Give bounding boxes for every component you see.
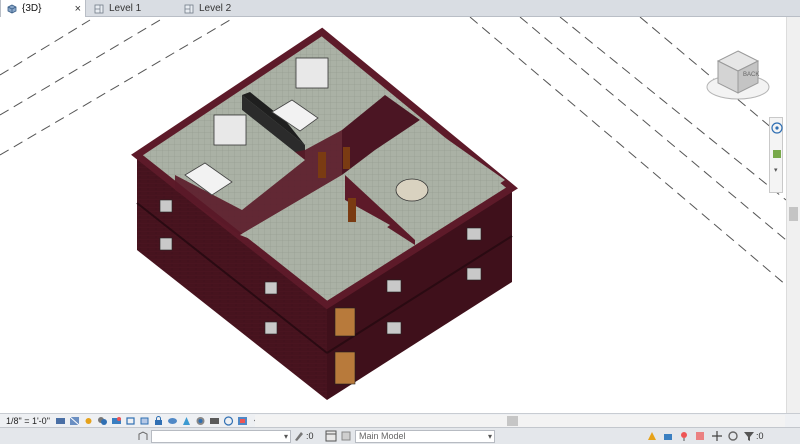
highlight-displacement-icon[interactable] — [237, 416, 248, 426]
wardrobe — [295, 57, 329, 89]
visual-style-icon[interactable] — [69, 416, 80, 426]
filter-icon[interactable] — [743, 430, 755, 442]
viewcube-face-label: BACK — [743, 72, 760, 78]
tab-3d[interactable]: {3D} × — [0, 0, 86, 17]
3d-view-icon — [7, 4, 17, 13]
design-model-combo[interactable]: Main Model ▾ — [355, 430, 495, 443]
close-tab-icon[interactable]: × — [75, 3, 81, 15]
temporary-hide-icon[interactable] — [167, 416, 178, 426]
chevron-down-icon[interactable]: ▾ — [774, 166, 778, 174]
steering-wheel-icon[interactable] — [771, 122, 783, 134]
show-crop-icon[interactable] — [139, 416, 150, 426]
door — [318, 152, 326, 178]
filter-count: :0 — [756, 431, 764, 441]
drag-on-selection-icon[interactable] — [711, 430, 723, 442]
select-by-face-icon[interactable] — [694, 430, 706, 442]
selection-count: :0 — [306, 431, 314, 441]
lock-view-icon[interactable] — [153, 415, 164, 426]
sun-path-icon[interactable] — [83, 416, 94, 426]
status-bar: ▾ :0 Main Model ▾ :0 — [0, 427, 800, 444]
select-underlay-icon[interactable] — [662, 430, 674, 442]
vertical-scrollbar[interactable] — [786, 17, 800, 413]
tab-level-1[interactable]: Level 1 — [88, 0, 176, 17]
wardrobe — [213, 114, 247, 146]
background-processes-icon[interactable] — [727, 430, 739, 442]
active-design-option-icon[interactable] — [340, 430, 352, 442]
view-control-bar: 1/8" = 1'-0" ‹ — [0, 413, 800, 427]
select-links-icon[interactable] — [646, 430, 658, 442]
worksets-icon[interactable] — [137, 430, 149, 442]
workset-combo[interactable]: ▾ — [151, 430, 291, 443]
crop-view-icon[interactable] — [125, 416, 136, 426]
tab-level-2[interactable]: Level 2 — [178, 0, 266, 17]
reveal-hidden-icon[interactable] — [181, 416, 192, 426]
chevron-down-icon: ▾ — [487, 432, 492, 441]
3d-viewport[interactable]: BACK ▾ — [0, 17, 786, 413]
tab-label: Level 2 — [199, 3, 232, 14]
scroll-thumb[interactable] — [507, 416, 518, 426]
scroll-thumb[interactable] — [789, 207, 798, 221]
window-door — [334, 351, 356, 385]
floor-plan-icon — [94, 4, 104, 13]
editable-only-icon[interactable] — [293, 430, 305, 442]
dining-table — [395, 178, 429, 202]
window-door — [334, 307, 356, 337]
worksharing-icon[interactable] — [195, 416, 206, 426]
view-scale[interactable]: 1/8" = 1'-0" — [0, 416, 54, 426]
viewcube[interactable]: BACK — [703, 45, 773, 103]
render-icon[interactable] — [111, 416, 122, 426]
door — [343, 147, 350, 169]
detail-level-icon[interactable] — [55, 416, 66, 426]
select-pinned-icon[interactable] — [678, 430, 690, 442]
design-options-icon[interactable] — [325, 430, 337, 442]
analytical-model-icon[interactable] — [223, 415, 234, 426]
door — [348, 198, 356, 222]
floor-plan-icon — [184, 4, 194, 13]
shadows-icon[interactable] — [97, 416, 108, 426]
horizontal-scrollbar[interactable] — [255, 415, 785, 427]
navigation-bar: ▾ — [769, 117, 783, 193]
tab-label: Level 1 — [109, 3, 142, 14]
view-tab-bar: {3D} × Level 1 Level 2 — [0, 0, 800, 17]
chevron-down-icon: ▾ — [283, 432, 288, 441]
tab-label: {3D} — [22, 3, 42, 14]
zoom-icon[interactable] — [771, 148, 783, 160]
display-model-icon[interactable] — [209, 416, 220, 426]
model-canvas — [0, 17, 786, 400]
